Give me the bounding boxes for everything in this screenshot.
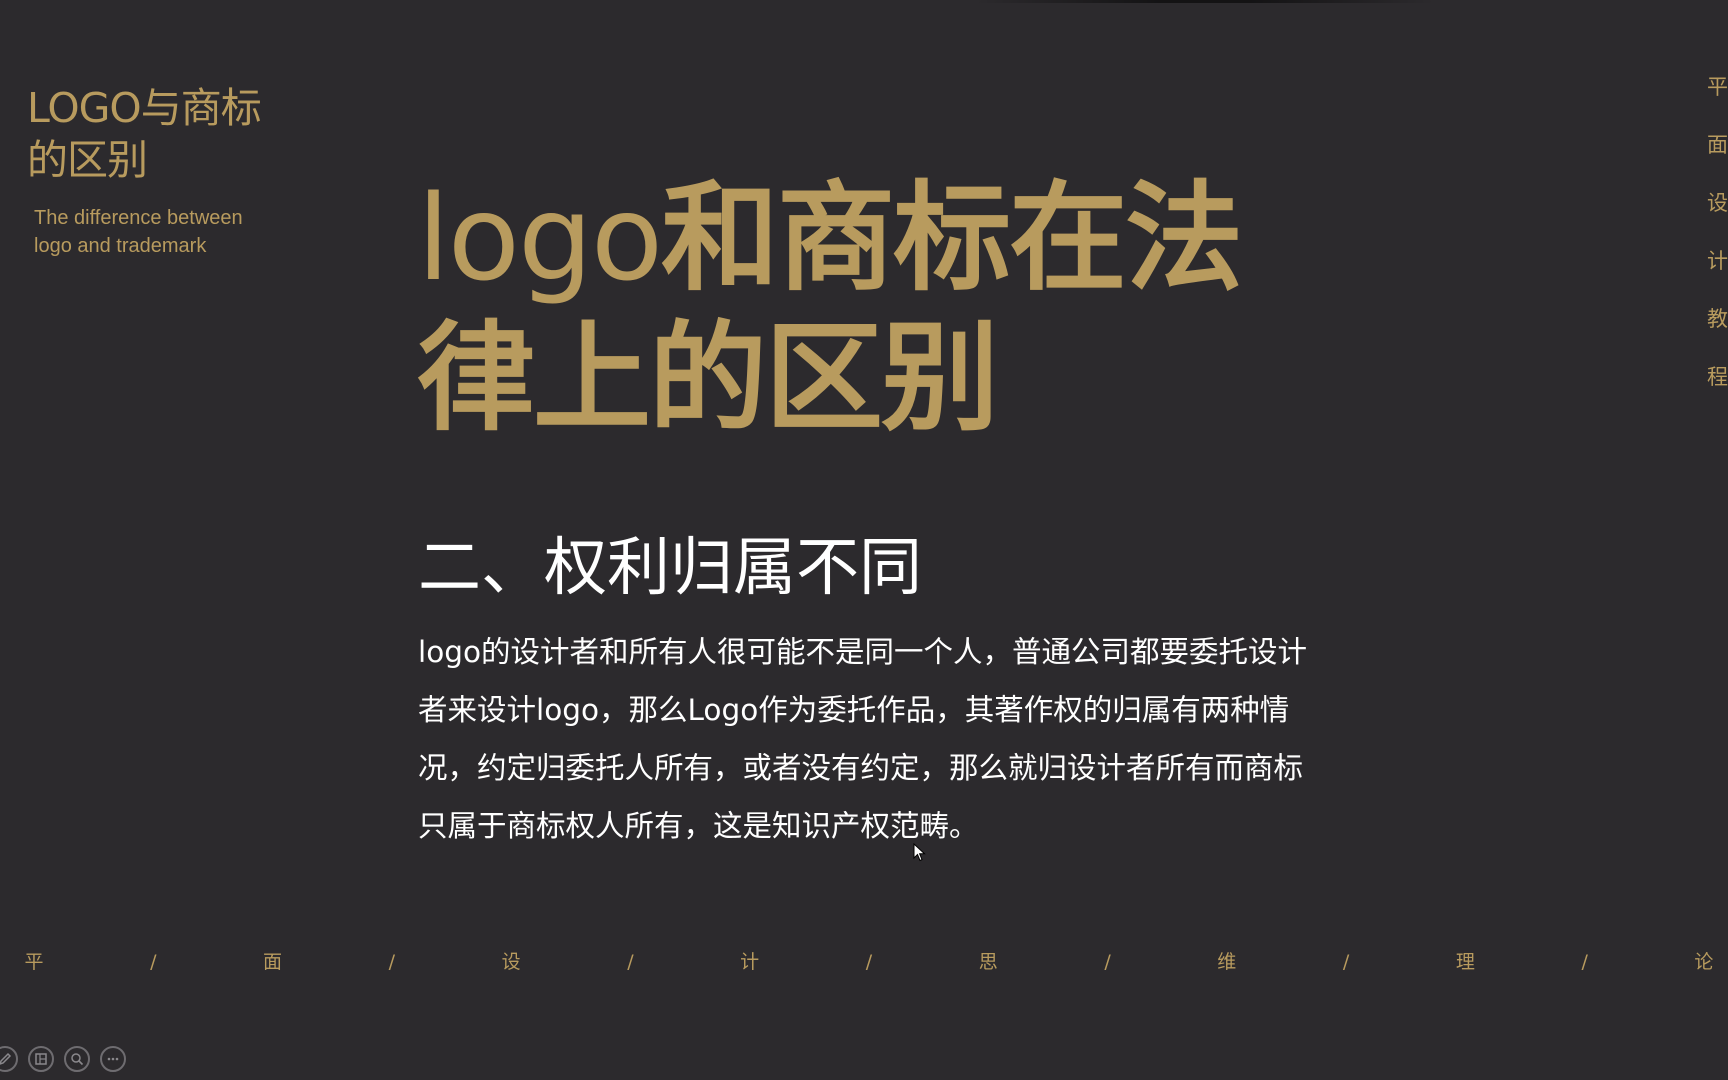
side-title-line2: 的区别: [27, 136, 148, 184]
bottom-nav-char: 平: [24, 951, 44, 973]
main-title-line1: logo和商标在法: [417, 168, 1317, 308]
bottom-nav-char: 设: [501, 951, 521, 973]
bottom-nav: 平 / 面 / 设 / 计 / 思 / 维 / 理 / 论: [24, 948, 1714, 976]
vertical-nav-char: 计: [1707, 249, 1728, 273]
bottom-nav-char: 计: [740, 951, 760, 973]
side-title: LOGO与商标 的区别: [27, 82, 297, 186]
more-button[interactable]: [100, 1046, 126, 1072]
vertical-nav-char: 平: [1707, 75, 1728, 99]
bottom-nav-separator: /: [1342, 951, 1350, 973]
bottom-nav-char: 维: [1217, 951, 1237, 973]
bottom-nav-char: 面: [263, 951, 283, 973]
side-subtitle-line2: logo and trademark: [34, 235, 207, 257]
bottom-nav-separator: /: [1104, 951, 1111, 973]
bottom-nav-separator: /: [865, 951, 873, 973]
mouse-pointer-icon: [913, 842, 927, 867]
main-title-rest: 和商标在法: [661, 169, 1243, 307]
main-title-latin: logo: [417, 169, 663, 307]
zoom-icon: [71, 1053, 84, 1066]
vertical-nav: 平 面 设 计 教 程: [1707, 72, 1728, 420]
body-paragraph: logo的设计者和所有人很可能不是同一个人，普通公司都要委托设计者来设计logo…: [418, 635, 1308, 843]
main-title: logo和商标在法 律上的区别: [417, 168, 1317, 448]
side-subtitle: The difference between logo and trademar…: [34, 204, 294, 260]
top-edge-shadow: [975, 0, 1435, 3]
slides-button[interactable]: [28, 1046, 54, 1072]
bottom-nav-char: 论: [1694, 951, 1714, 973]
bottom-nav-separator: /: [1581, 951, 1588, 973]
presentation-slide: LOGO与商标 的区别 The difference between logo …: [0, 0, 1728, 1080]
slides-icon: [35, 1053, 47, 1065]
section-heading: 二、权利归属不同: [418, 531, 922, 604]
slideshow-toolbar: [0, 1046, 126, 1072]
more-icon: [107, 1057, 119, 1061]
bottom-nav-separator: /: [388, 951, 396, 973]
bottom-nav-separator: /: [627, 951, 634, 973]
bottom-nav-char: 思: [978, 951, 998, 973]
vertical-nav-char: 程: [1707, 365, 1728, 389]
vertical-nav-char: 设: [1707, 191, 1728, 215]
zoom-button[interactable]: [64, 1046, 90, 1072]
bottom-nav-char: 理: [1455, 951, 1475, 973]
side-title-line1: LOGO与商标: [27, 84, 262, 132]
main-title-line2: 律上的区别: [417, 309, 999, 447]
bottom-nav-separator: /: [150, 951, 157, 973]
pen-icon: [0, 1052, 12, 1065]
pen-button[interactable]: [0, 1046, 18, 1072]
vertical-nav-char: 面: [1707, 133, 1728, 157]
side-subtitle-line1: The difference between: [34, 207, 243, 229]
vertical-nav-char: 教: [1707, 307, 1728, 331]
